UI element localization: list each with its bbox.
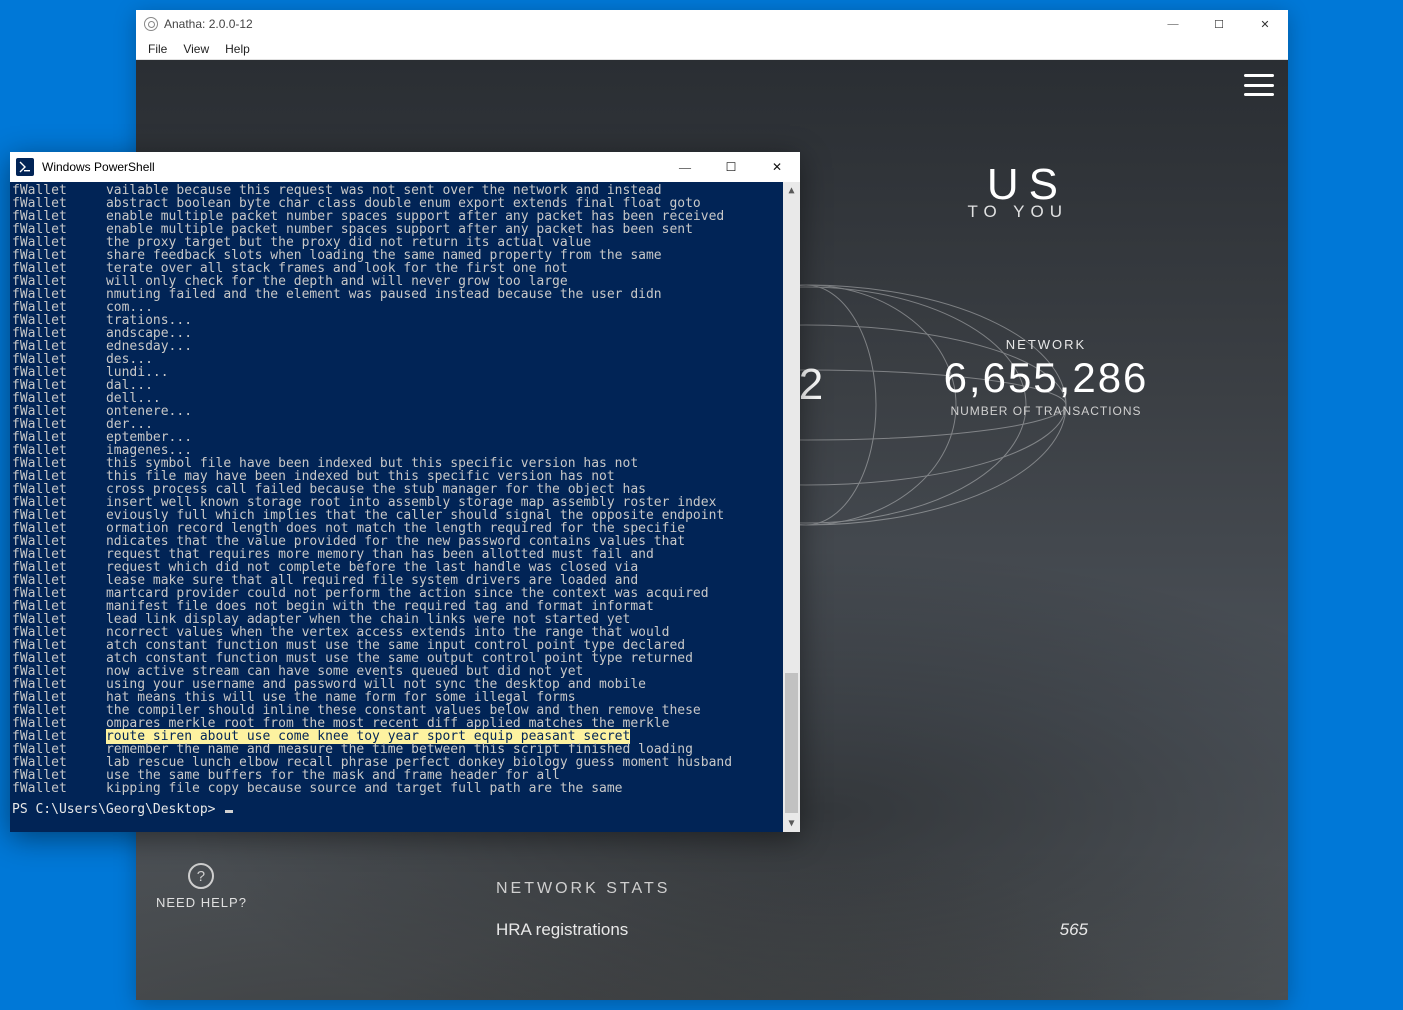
network-stats-row-label: HRA registrations bbox=[496, 920, 628, 940]
network-stats-section: NETWORK STATS HRA registrations 565 bbox=[496, 880, 1088, 940]
scroll-down-arrow-icon[interactable]: ▼ bbox=[783, 815, 800, 832]
network-stats-row-value: 565 bbox=[1060, 920, 1088, 940]
cursor-icon bbox=[225, 810, 233, 813]
close-button[interactable]: ✕ bbox=[1242, 10, 1288, 38]
need-help[interactable]: ? NEED HELP? bbox=[156, 863, 247, 910]
powershell-window-title: Windows PowerShell bbox=[42, 160, 155, 174]
stat-network-label: NETWORK bbox=[896, 337, 1196, 352]
anatha-titlebar[interactable]: Anatha: 2.0.0-12 — ☐ ✕ bbox=[136, 10, 1288, 38]
anatha-logo-icon bbox=[144, 17, 158, 31]
powershell-window: Windows PowerShell — ☐ ✕ fWallet vailabl… bbox=[10, 152, 800, 832]
scroll-up-arrow-icon[interactable]: ▲ bbox=[783, 182, 800, 199]
menu-view[interactable]: View bbox=[177, 40, 215, 58]
maximize-button[interactable]: ☐ bbox=[708, 152, 754, 182]
powershell-terminal[interactable]: fWallet vailable because this request wa… bbox=[10, 182, 800, 832]
powershell-prompt: PS C:\Users\Georg\Desktop> bbox=[12, 802, 216, 817]
stat-network-value: 6,655,286 bbox=[896, 354, 1196, 402]
stat-network-sublabel: NUMBER OF TRANSACTIONS bbox=[896, 404, 1196, 418]
menu-help[interactable]: Help bbox=[219, 40, 256, 58]
minimize-button[interactable]: — bbox=[662, 152, 708, 182]
stat-network: NETWORK 6,655,286 NUMBER OF TRANSACTIONS bbox=[896, 337, 1196, 418]
minimize-button[interactable]: — bbox=[1150, 10, 1196, 38]
network-stats-row: HRA registrations 565 bbox=[496, 920, 1088, 940]
hamburger-menu-icon[interactable] bbox=[1244, 74, 1274, 96]
scrollbar-thumb[interactable] bbox=[785, 673, 798, 813]
hero-subtitle-fragment: TO YOU bbox=[967, 202, 1068, 222]
close-button[interactable]: ✕ bbox=[754, 152, 800, 182]
menu-file[interactable]: File bbox=[142, 40, 173, 58]
need-help-label: NEED HELP? bbox=[156, 895, 247, 910]
powershell-titlebar[interactable]: Windows PowerShell — ☐ ✕ bbox=[10, 152, 800, 182]
anatha-window-title: Anatha: 2.0.0-12 bbox=[164, 17, 253, 31]
scrollbar[interactable]: ▲ ▼ bbox=[783, 182, 800, 832]
maximize-button[interactable]: ☐ bbox=[1196, 10, 1242, 38]
terminal-line: fWallet kipping file copy because source… bbox=[12, 782, 796, 795]
question-icon: ? bbox=[188, 863, 214, 889]
powershell-icon bbox=[16, 158, 34, 176]
network-stats-header: NETWORK STATS bbox=[496, 880, 1088, 898]
anatha-menubar: File View Help bbox=[136, 38, 1288, 60]
